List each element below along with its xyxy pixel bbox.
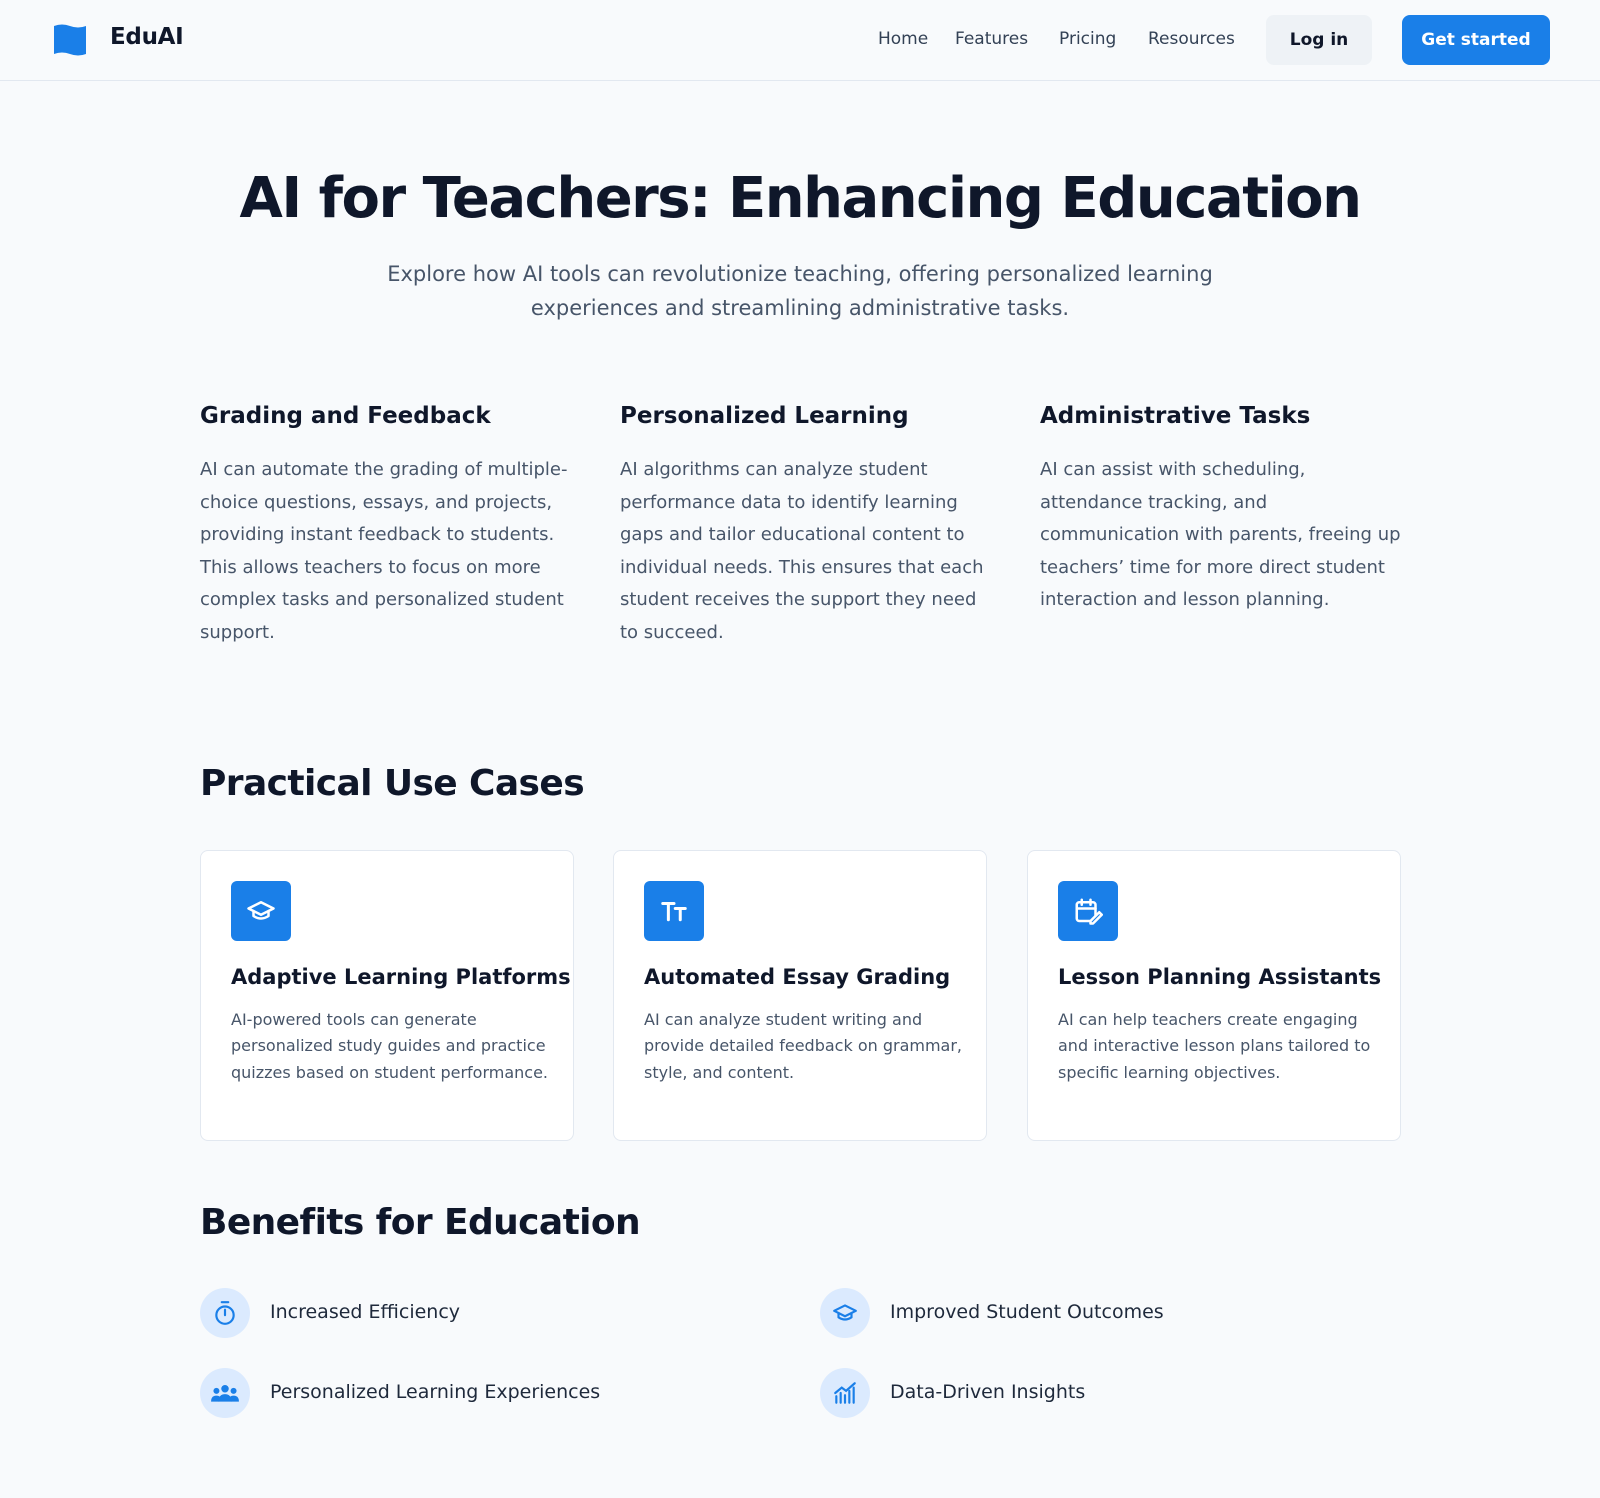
group-icon <box>200 1368 250 1418</box>
feature-text-admin: AI can assist with scheduling, attendanc… <box>1040 459 1401 610</box>
card-text: AI can help teachers create engaging and… <box>1058 1010 1371 1082</box>
get-started-button[interactable]: Get started <box>1402 15 1550 65</box>
benefit-label: Personalized Learning Experiences <box>270 1381 601 1403</box>
use-case-card[interactable]: Lesson Planning Assistants AI can help t… <box>1027 850 1401 1141</box>
nav-pricing[interactable]: Pricing <box>1059 29 1116 49</box>
card-title: Automated Essay Grading <box>644 965 951 989</box>
graduation-cap-icon <box>820 1288 870 1338</box>
nav-resources[interactable]: Resources <box>1148 29 1235 49</box>
site-header: EduAI Home Features Pricing Resources Lo… <box>0 0 1600 81</box>
text-size-icon <box>644 881 704 941</box>
login-button[interactable]: Log in <box>1266 15 1372 65</box>
nav-features[interactable]: Features <box>955 29 1028 49</box>
card-text: AI-powered tools can generate personaliz… <box>231 1010 549 1082</box>
card-title: Adaptive Learning Platforms <box>231 965 571 989</box>
feature-title-admin: Administrative Tasks <box>1040 403 1311 429</box>
timer-icon <box>200 1288 250 1338</box>
use-case-card[interactable]: Adaptive Learning Platforms AI-powered t… <box>200 850 574 1141</box>
feature-title-personalized: Personalized Learning <box>620 403 909 429</box>
benefit-label: Data-Driven Insights <box>890 1381 1086 1403</box>
nav-home[interactable]: Home <box>878 29 928 49</box>
calendar-edit-icon <box>1058 881 1118 941</box>
card-text: AI can analyze student writing and provi… <box>644 1010 963 1082</box>
feature-text-personalized: AI algorithms can analyze student perfor… <box>620 459 984 643</box>
graduation-cap-icon <box>231 881 291 941</box>
benefit-label: Increased Efficiency <box>270 1301 461 1323</box>
card-title: Lesson Planning Assistants <box>1058 965 1382 989</box>
use-case-card[interactable]: Automated Essay Grading AI can analyze s… <box>613 850 987 1141</box>
feature-title-grading: Grading and Feedback <box>200 403 491 429</box>
feature-text-grading: AI can automate the grading of multiple-… <box>200 459 568 643</box>
hero-title: AI for Teachers: Enhancing Education <box>239 166 1362 231</box>
use-cases-heading: Practical Use Cases <box>200 763 585 804</box>
benefit-label: Improved Student Outcomes <box>890 1301 1164 1323</box>
flag-logo-icon[interactable] <box>52 23 88 57</box>
hero-subtitle: Explore how AI tools can revolutionize t… <box>387 262 1213 320</box>
benefits-heading: Benefits for Education <box>200 1202 641 1243</box>
brand-name[interactable]: EduAI <box>110 24 184 50</box>
chart-icon <box>820 1368 870 1418</box>
